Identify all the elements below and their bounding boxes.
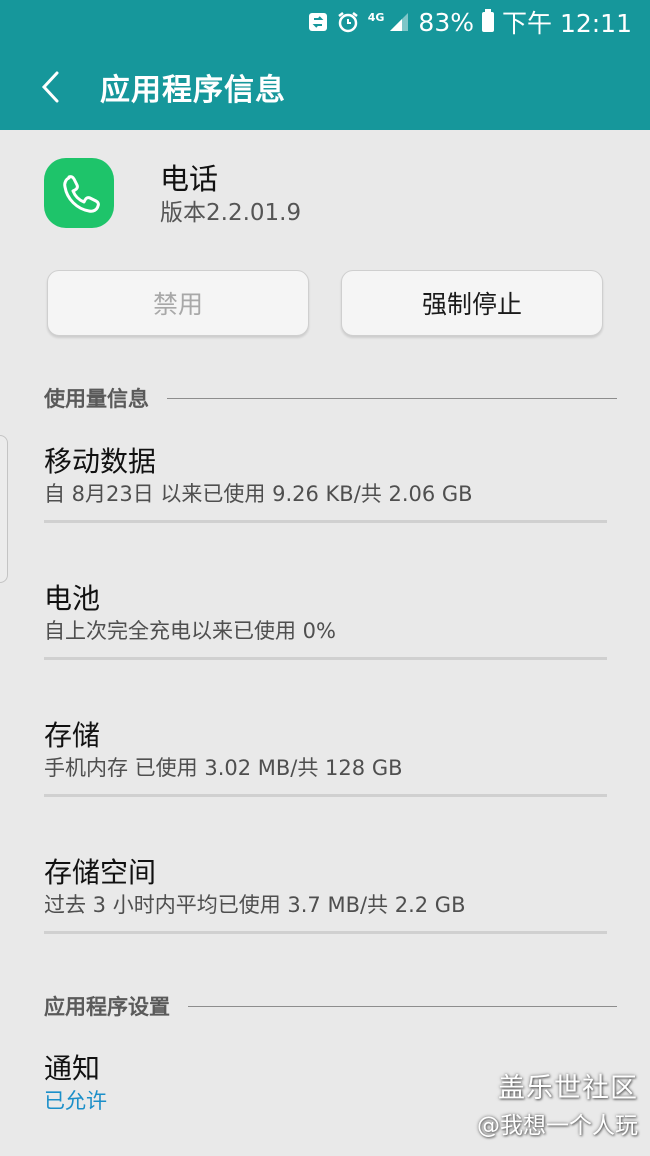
network-type: 4G bbox=[367, 10, 385, 24]
section-divider bbox=[167, 397, 617, 399]
item-divider bbox=[44, 931, 607, 934]
section-divider bbox=[188, 1005, 617, 1007]
list-item-title: 电池 bbox=[44, 582, 101, 615]
list-item-title: 存储空间 bbox=[44, 856, 157, 889]
settings-section-title: 应用程序设置 bbox=[44, 995, 170, 1019]
app-name: 电话 bbox=[160, 162, 219, 196]
phone-icon bbox=[44, 158, 114, 228]
back-button[interactable] bbox=[0, 44, 100, 130]
list-item-subtitle: 手机内存 已使用 3.02 MB/共 128 GB bbox=[44, 756, 403, 780]
force-stop-button[interactable]: 强制停止 bbox=[341, 270, 603, 336]
list-item-title: 存储 bbox=[44, 719, 101, 752]
app-header: 电话 版本2.2.01.9 bbox=[44, 158, 301, 228]
back-arrow-icon bbox=[41, 71, 59, 103]
edge-panel-handle[interactable] bbox=[0, 435, 8, 583]
list-item-mobile-data[interactable]: 移动数据 自 8月23日 以来已使用 9.26 KB/共 2.06 GB bbox=[44, 444, 607, 508]
watermark-author: @我想一个人玩 bbox=[477, 1113, 638, 1139]
battery-icon bbox=[482, 9, 494, 32]
item-divider bbox=[44, 657, 607, 660]
status-bar: 4G 83% 下午 12:11 bbox=[0, 0, 650, 44]
item-divider bbox=[44, 794, 607, 797]
list-item-subtitle: 自上次完全充电以来已使用 0% bbox=[44, 619, 336, 643]
list-item-title: 移动数据 bbox=[44, 445, 157, 478]
page-title: 应用程序信息 bbox=[100, 73, 286, 108]
app-bar: 应用程序信息 bbox=[0, 44, 650, 130]
sync-notification-icon bbox=[308, 11, 328, 33]
usage-section-header: 使用量信息 bbox=[44, 383, 617, 413]
usage-section-title: 使用量信息 bbox=[44, 387, 149, 411]
app-version: 版本2.2.01.9 bbox=[160, 200, 302, 226]
clock: 下午 12:11 bbox=[502, 9, 632, 38]
list-item-storage[interactable]: 存储 手机内存 已使用 3.02 MB/共 128 GB bbox=[44, 718, 607, 782]
list-item-storage-space[interactable]: 存储空间 过去 3 小时内平均已使用 3.7 MB/共 2.2 GB bbox=[44, 855, 607, 919]
battery-percent: 83% bbox=[418, 7, 474, 37]
item-divider bbox=[44, 520, 607, 523]
list-item-battery[interactable]: 电池 自上次完全充电以来已使用 0% bbox=[44, 581, 607, 645]
signal-icon bbox=[388, 11, 410, 33]
disable-button[interactable]: 禁用 bbox=[47, 270, 309, 336]
settings-section-header: 应用程序设置 bbox=[44, 991, 617, 1021]
watermark-title: 盖乐世社区 bbox=[498, 1073, 638, 1104]
list-item-subtitle: 过去 3 小时内平均已使用 3.7 MB/共 2.2 GB bbox=[44, 893, 466, 917]
alarm-icon bbox=[336, 10, 360, 34]
list-item-subtitle: 自 8月23日 以来已使用 9.26 KB/共 2.06 GB bbox=[44, 482, 473, 506]
